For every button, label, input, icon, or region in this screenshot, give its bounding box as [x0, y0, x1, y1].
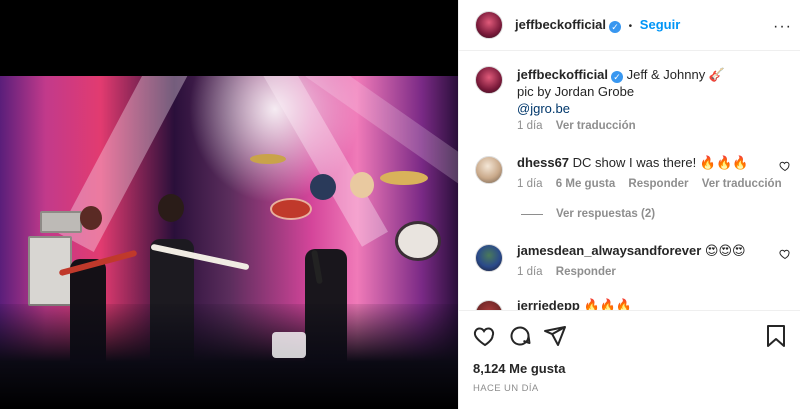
reply-button[interactable]: Responder — [628, 178, 688, 190]
comment-icon[interactable] — [508, 324, 532, 348]
comment-likes[interactable]: 6 Me gusta — [556, 178, 615, 190]
caption-time[interactable]: 1 día — [517, 120, 543, 132]
instagram-post-view: jeffbeckofficial ✓ • Seguir ··· jeffbecko… — [0, 0, 800, 409]
comment-username[interactable]: jerriedepp — [517, 298, 580, 310]
caption: jeffbeckofficial ✓ Jeff & Johnny 🎸 pic by… — [517, 66, 725, 117]
post-media[interactable] — [0, 0, 458, 409]
comment-text: 🔥🔥🔥 — [583, 298, 633, 310]
post-photo[interactable] — [0, 76, 458, 409]
comment-row: jerriedepp 🔥🔥🔥 — [517, 298, 632, 310]
replies-line — [521, 214, 543, 215]
author-username[interactable]: jeffbeckofficial — [515, 17, 606, 32]
follow-button[interactable]: Seguir — [640, 17, 680, 32]
comment-clip: jerriedepp 🔥🔥🔥 — [459, 290, 800, 310]
comment-like-heart-icon[interactable] — [779, 160, 791, 172]
comment-text: 😍😍😍 — [704, 243, 746, 258]
likes-count[interactable]: 8,124 Me gusta — [473, 361, 566, 376]
bookmark-icon[interactable] — [765, 324, 787, 348]
comment-row: jamesdean_alwaysandforever 😍😍😍 — [517, 243, 746, 259]
drum — [395, 221, 441, 261]
cymbal — [250, 154, 286, 164]
cymbal — [380, 171, 428, 185]
comment-row: dhess67 DC show I was there! 🔥🔥🔥 — [517, 155, 748, 171]
mention-link[interactable]: @jgro.be — [517, 101, 570, 116]
post-side-panel: jeffbeckofficial ✓ • Seguir ··· jeffbecko… — [458, 0, 800, 409]
comment-like-heart-icon[interactable] — [779, 248, 791, 260]
comment-meta: 1 día 6 Me gusta Responder Ver traducció… — [517, 178, 782, 190]
caption-credit: pic by Jordan Grobe — [517, 84, 635, 99]
comment-time[interactable]: 1 día — [517, 178, 543, 190]
heart-icon[interactable] — [473, 324, 497, 348]
author-avatar[interactable] — [475, 11, 503, 39]
more-options-icon[interactable]: ··· — [773, 18, 792, 36]
header-dot: • — [628, 21, 633, 32]
post-header: jeffbeckofficial ✓ • Seguir — [515, 17, 680, 33]
post-timestamp[interactable]: HACE UN DÍA — [473, 383, 539, 394]
caption-username[interactable]: jeffbeckofficial — [517, 67, 608, 82]
caption-meta: 1 día Ver traducción — [517, 120, 636, 132]
verified-badge-icon: ✓ — [609, 21, 622, 33]
caption-translate-link[interactable]: Ver traducción — [556, 120, 636, 132]
translate-link[interactable]: Ver traducción — [702, 178, 782, 190]
caption-text: Jeff & Johnny 🎸 — [626, 67, 725, 82]
comment-time[interactable]: 1 día — [517, 266, 543, 278]
comment-avatar[interactable] — [475, 300, 503, 310]
comment-avatar[interactable] — [475, 156, 503, 184]
comment-avatar[interactable] — [475, 244, 503, 272]
comment-username[interactable]: dhess67 — [517, 155, 569, 170]
view-replies-button[interactable]: Ver respuestas (2) — [556, 208, 655, 220]
paper-plane-icon[interactable] — [543, 324, 567, 348]
drum — [270, 198, 312, 220]
amp-head — [40, 211, 82, 233]
reply-button[interactable]: Responder — [556, 266, 616, 278]
drummer-figure — [350, 172, 374, 198]
comment-username[interactable]: jamesdean_alwaysandforever — [517, 243, 701, 258]
comment-meta: 1 día Responder — [517, 266, 616, 278]
caption-avatar[interactable] — [475, 66, 503, 94]
comment-text: DC show I was there! 🔥🔥🔥 — [572, 155, 749, 170]
verified-badge-icon: ✓ — [611, 71, 624, 83]
audience-silhouette — [0, 304, 458, 409]
